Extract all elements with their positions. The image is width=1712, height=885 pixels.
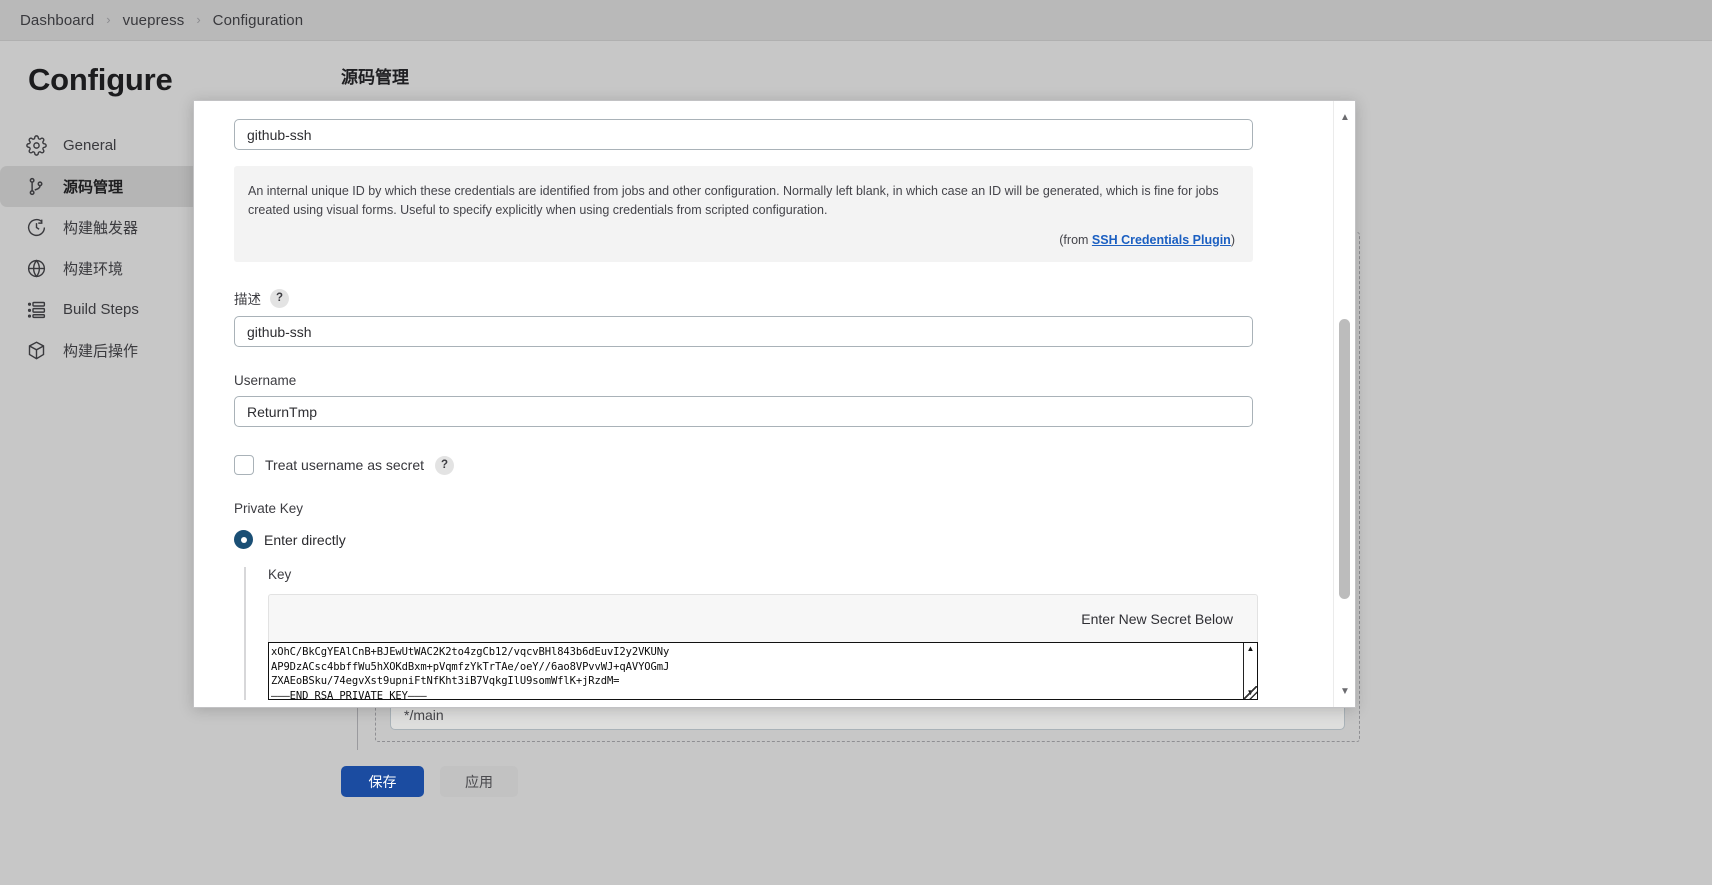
sidebar-item-label: 构建环境 <box>63 261 124 278</box>
credentials-modal: An internal unique ID by which these cre… <box>193 100 1356 708</box>
source-branch-icon <box>26 176 47 197</box>
form-actions: 保存 应用 <box>341 766 518 797</box>
sidebar-item-build-environment[interactable]: 构建环境 <box>0 248 212 289</box>
sidebar-item-label: General <box>63 137 117 154</box>
key-label: Key <box>268 567 292 583</box>
private-key-label: Private Key <box>234 501 304 517</box>
enter-directly-radio-row: Enter directly <box>234 530 1293 550</box>
sidebar-item-post-build-actions[interactable]: 构建后操作 <box>0 330 212 371</box>
breadcrumb-item-vuepress[interactable]: vuepress <box>117 12 191 29</box>
help-icon[interactable]: ? <box>270 288 289 308</box>
package-icon <box>26 340 47 361</box>
sidebar-item-general[interactable]: General <box>0 125 212 166</box>
scroll-down-icon[interactable]: ▼ <box>1334 681 1355 701</box>
modal-scrollbar[interactable]: ▲ ▼ <box>1333 101 1355 707</box>
help-icon[interactable]: ? <box>435 455 454 475</box>
help-from-prefix: (from <box>1059 232 1092 247</box>
enter-directly-label: Enter directly <box>264 531 346 548</box>
treat-username-as-secret-label: Treat username as secret <box>265 457 424 474</box>
description-label-row: 描述 ? <box>234 288 1293 308</box>
chevron-up-icon[interactable]: ▲ <box>1247 643 1255 655</box>
save-button[interactable]: 保存 <box>341 766 424 797</box>
description-label: 描述 <box>234 292 261 308</box>
credential-id-help: An internal unique ID by which these cre… <box>234 166 1253 263</box>
treat-username-as-secret-row: Treat username as secret ? <box>234 455 1293 476</box>
treat-username-as-secret-checkbox[interactable] <box>234 455 254 476</box>
credential-id-help-source: (from SSH Credentials Plugin) <box>248 231 1235 250</box>
username-label-row: Username <box>234 373 1293 388</box>
username-label: Username <box>234 373 297 389</box>
sidebar-item-scm[interactable]: 源码管理 <box>0 166 202 207</box>
breadcrumb-item-dashboard[interactable]: Dashboard <box>14 12 100 29</box>
modal-scrollbar-thumb[interactable] <box>1339 319 1350 599</box>
breadcrumb-item-configuration[interactable]: Configuration <box>207 12 310 29</box>
sidebar-item-label: 构建触发器 <box>63 220 139 237</box>
sidebar-item-label: Build Steps <box>63 301 139 318</box>
sidebar: General 源码管理 构建触发器 构建环境 Build Steps 构建后操… <box>0 125 212 371</box>
clock-icon <box>26 217 47 238</box>
list-icon <box>26 299 47 320</box>
username-input[interactable] <box>234 396 1253 428</box>
page-title: Configure <box>28 62 173 97</box>
breadcrumb: Dashboard › vuepress › Configuration <box>0 0 1712 41</box>
private-key-textarea[interactable]: xOhC/BkCgYEAlCnB+BJEwUtWAC2K2to4zgCb12/v… <box>268 642 1258 701</box>
chevron-right-icon: › <box>106 11 111 27</box>
section-heading-scm: 源码管理 <box>341 68 409 87</box>
modal-scroll-area: An internal unique ID by which these cre… <box>194 101 1333 707</box>
sidebar-item-label: 构建后操作 <box>63 343 139 360</box>
key-group: Key Enter New Secret Below xOhC/BkCgYEAl… <box>244 567 1293 701</box>
private-key-text: xOhC/BkCgYEAlCnB+BJEwUtWAC2K2to4zgCb12/v… <box>271 646 670 701</box>
chevron-right-icon: › <box>196 11 201 27</box>
globe-icon <box>26 258 47 279</box>
ssh-credentials-plugin-link[interactable]: SSH Credentials Plugin <box>1092 233 1231 247</box>
enter-directly-radio[interactable] <box>234 530 253 550</box>
private-key-label-row: Private Key <box>234 501 1293 516</box>
credential-id-help-text: An internal unique ID by which these cre… <box>248 184 1219 218</box>
gear-icon <box>26 135 47 156</box>
apply-button[interactable]: 应用 <box>440 766 518 797</box>
sidebar-item-build-triggers[interactable]: 构建触发器 <box>0 207 212 248</box>
help-from-suffix: ) <box>1230 232 1235 247</box>
sidebar-item-label: 源码管理 <box>63 179 124 196</box>
enter-new-secret-banner: Enter New Secret Below <box>268 594 1258 643</box>
sidebar-item-build-steps[interactable]: Build Steps <box>0 289 212 330</box>
description-input[interactable] <box>234 316 1253 348</box>
textarea-resize-handle[interactable] <box>1244 686 1257 700</box>
credential-id-input[interactable] <box>234 119 1253 150</box>
